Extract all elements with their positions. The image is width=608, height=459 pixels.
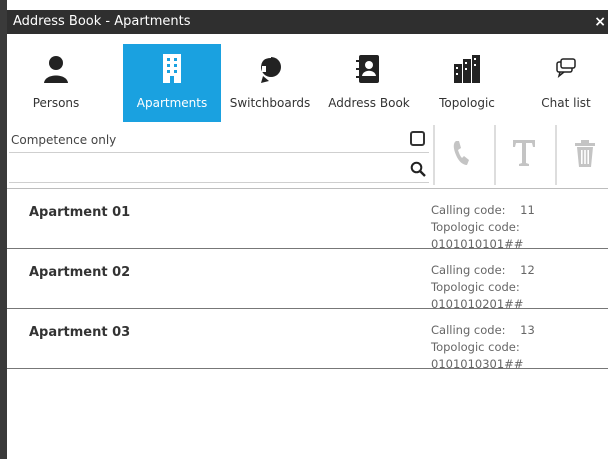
- apartment-name: Apartment 01: [29, 205, 131, 220]
- call-button[interactable]: [433, 125, 491, 185]
- person-icon: [7, 54, 105, 84]
- calling-code-label: Calling code:: [431, 263, 506, 277]
- search-field[interactable]: [9, 157, 429, 183]
- competence-label: Competence only: [11, 133, 117, 147]
- competence-filter: Competence only: [9, 127, 429, 153]
- calling-code-label: Calling code:: [431, 203, 506, 217]
- nav-label-switchboards: Switchboards: [229, 96, 311, 110]
- apartment-name: Apartment 03: [29, 325, 131, 340]
- nav-item-topologic[interactable]: Topologic: [418, 44, 516, 122]
- window-title: Address Book - Apartments: [13, 14, 191, 29]
- close-icon[interactable]: ×: [594, 10, 606, 34]
- calling-code-value: 13: [520, 323, 535, 337]
- filter-toolbar: Competence only: [7, 125, 608, 185]
- delete-button[interactable]: [555, 125, 608, 185]
- calling-code-value: 11: [520, 203, 535, 217]
- list-item[interactable]: Apartment 01 Calling code: 11 Topologic …: [7, 189, 608, 251]
- nav-bar: Persons Apartments Switchboards Address …: [7, 44, 608, 122]
- topologic-code-value: 0101010301##: [431, 357, 524, 371]
- nav-item-chat-list[interactable]: Chat list: [517, 44, 608, 122]
- text-button[interactable]: [494, 125, 552, 185]
- title-bar: Address Book - Apartments ×: [7, 10, 608, 34]
- nav-item-address-book[interactable]: Address Book: [320, 44, 418, 122]
- nav-label-persons: Persons: [32, 96, 80, 110]
- topologic-code-label: Topologic code:: [431, 340, 520, 354]
- nav-label-topologic: Topologic: [439, 96, 495, 110]
- nav-label-chat-list: Chat list: [541, 96, 591, 110]
- phone-icon: [451, 138, 475, 172]
- apartment-list: Apartment 01 Calling code: 11 Topologic …: [7, 189, 608, 371]
- text-icon: [511, 138, 537, 172]
- list-item[interactable]: Apartment 03 Calling code: 13 Topologic …: [7, 309, 608, 371]
- competence-checkbox[interactable]: [410, 131, 425, 146]
- trash-icon: [573, 138, 597, 172]
- address-book-icon: [320, 54, 418, 84]
- nav-item-persons[interactable]: Persons: [7, 44, 105, 122]
- topologic-code-label: Topologic code:: [431, 220, 520, 234]
- nav-item-switchboards[interactable]: Switchboards: [221, 44, 319, 122]
- nav-label-address-book: Address Book: [328, 96, 410, 110]
- apartment-name: Apartment 02: [29, 265, 131, 280]
- topologic-code-label: Topologic code:: [431, 280, 520, 294]
- calling-code-label: Calling code:: [431, 323, 506, 337]
- calling-code-value: 12: [520, 263, 535, 277]
- topology-icon: [418, 54, 516, 84]
- search-icon[interactable]: [410, 161, 426, 180]
- apartment-codes: Calling code: 11 Topologic code: 0101010…: [431, 202, 608, 253]
- building-icon: [123, 54, 221, 84]
- nav-label-apartments: Apartments: [136, 96, 208, 110]
- app-window: Address Book - Apartments × Persons Apar…: [0, 0, 608, 459]
- nav-item-apartments[interactable]: Apartments: [123, 44, 221, 122]
- headset-icon: [221, 54, 319, 84]
- apartment-codes: Calling code: 12 Topologic code: 0101010…: [431, 262, 608, 313]
- list-item[interactable]: Apartment 02 Calling code: 12 Topologic …: [7, 249, 608, 311]
- apartment-codes: Calling code: 13 Topologic code: 0101010…: [431, 322, 608, 373]
- chat-icon: [517, 54, 608, 84]
